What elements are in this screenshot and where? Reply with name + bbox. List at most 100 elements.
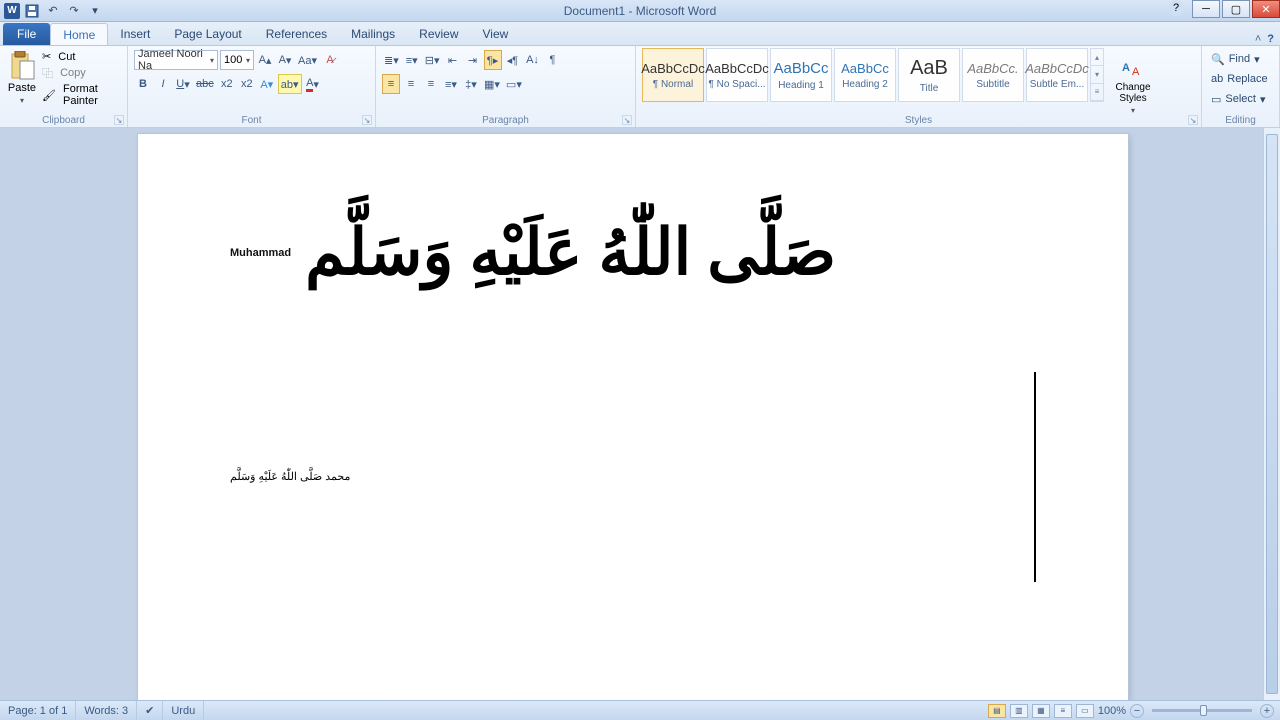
- line1-arabic: صَلَّى اللّٰهُ عَلَيْهِ وَسَلَّم: [305, 224, 836, 282]
- format-painter-button[interactable]: 🖌 Format Painter: [42, 83, 121, 107]
- shrink-font-button[interactable]: A▾: [276, 50, 294, 70]
- group-label: Clipboard: [0, 115, 127, 126]
- style-heading1[interactable]: AaBbCcHeading 1: [770, 48, 832, 102]
- title-bar: W ↶ ↷ ▾ Document1 - Microsoft Word ? ─ ▢…: [0, 0, 1280, 22]
- justify-button[interactable]: ≡▾: [442, 74, 460, 94]
- vertical-scrollbar[interactable]: [1263, 128, 1280, 700]
- zoom-slider[interactable]: [1152, 709, 1252, 712]
- paste-icon: [8, 52, 36, 80]
- document-line-2: محمد صَلَّى اللّٰهُ عَلَيْهِ وَسَلَّم: [230, 372, 1036, 582]
- redo-icon[interactable]: ↷: [65, 2, 83, 20]
- align-right-button[interactable]: ≡: [422, 74, 440, 94]
- replace-button[interactable]: abReplace: [1208, 70, 1273, 88]
- ltr-direction-button[interactable]: ¶▸: [484, 50, 502, 70]
- view-web-layout[interactable]: ▦: [1032, 704, 1050, 718]
- increase-indent-button[interactable]: ⇥: [464, 50, 482, 70]
- tab-references[interactable]: References: [254, 23, 339, 45]
- tab-mailings[interactable]: Mailings: [339, 23, 407, 45]
- styles-dialog-launcher[interactable]: ↘: [1188, 115, 1198, 125]
- style-normal[interactable]: AaBbCcDc¶ Normal: [642, 48, 704, 102]
- maximize-button[interactable]: ▢: [1222, 0, 1250, 18]
- text-effects-button[interactable]: A▾: [258, 74, 276, 94]
- tab-review[interactable]: Review: [407, 23, 470, 45]
- subscript-button[interactable]: x2: [218, 74, 236, 94]
- zoom-in-button[interactable]: +: [1260, 704, 1274, 718]
- view-full-screen[interactable]: ▥: [1010, 704, 1028, 718]
- italic-button[interactable]: I: [154, 74, 172, 94]
- paragraph-dialog-launcher[interactable]: ↘: [622, 115, 632, 125]
- borders-button[interactable]: ▭▾: [504, 74, 524, 94]
- bullets-button[interactable]: ≣▾: [382, 50, 401, 70]
- decrease-indent-button[interactable]: ⇤: [444, 50, 462, 70]
- replace-icon: ab: [1211, 73, 1223, 85]
- multilevel-list-button[interactable]: ⊟▾: [423, 50, 442, 70]
- shading-button[interactable]: ▦▾: [482, 74, 502, 94]
- styles-gallery-scroll[interactable]: ▴▾≡: [1090, 48, 1104, 102]
- find-icon: 🔍: [1211, 53, 1225, 66]
- find-button[interactable]: 🔍Find▾: [1208, 50, 1273, 68]
- word-app-icon[interactable]: W: [4, 3, 20, 19]
- view-draft[interactable]: ▭: [1076, 704, 1094, 718]
- group-paragraph: ≣▾ ≡▾ ⊟▾ ⇤ ⇥ ¶▸ ◂¶ A↓ ¶ ≡ ≡ ≡ ≡▾ ‡▾ ▦▾ ▭…: [376, 46, 636, 127]
- style-title[interactable]: AaBTitle: [898, 48, 960, 102]
- numbering-button[interactable]: ≡▾: [403, 50, 421, 70]
- align-left-button[interactable]: ≡: [382, 74, 400, 94]
- document-page[interactable]: Muhammad صَلَّى اللّٰهُ عَلَيْهِ وَسَلَّ…: [138, 134, 1128, 700]
- quick-access-toolbar: W ↶ ↷ ▾: [4, 2, 104, 20]
- font-dialog-launcher[interactable]: ↘: [362, 115, 372, 125]
- minimize-button[interactable]: ─: [1192, 0, 1220, 18]
- view-outline[interactable]: ≡: [1054, 704, 1072, 718]
- style-no-spacing[interactable]: AaBbCcDc¶ No Spaci...: [706, 48, 768, 102]
- zoom-out-button[interactable]: −: [1130, 704, 1144, 718]
- strikethrough-button[interactable]: abc: [194, 74, 216, 94]
- font-color-button[interactable]: A▾: [304, 74, 322, 94]
- show-marks-button[interactable]: ¶: [544, 50, 562, 70]
- tab-home[interactable]: Home: [50, 23, 108, 45]
- grow-font-button[interactable]: A▴: [256, 50, 274, 70]
- cut-button[interactable]: ✂ Cut: [42, 50, 121, 63]
- rtl-direction-button[interactable]: ◂¶: [504, 50, 522, 70]
- superscript-button[interactable]: x2: [238, 74, 256, 94]
- style-subtle-em[interactable]: AaBbCcDcSubtle Em...: [1026, 48, 1088, 102]
- font-size-select[interactable]: 100▾: [220, 50, 254, 70]
- tab-page-layout[interactable]: Page Layout: [162, 23, 253, 45]
- tab-insert[interactable]: Insert: [108, 23, 162, 45]
- style-heading2[interactable]: AaBbCcHeading 2: [834, 48, 896, 102]
- change-case-button[interactable]: Aa▾: [296, 50, 319, 70]
- highlight-button[interactable]: ab▾: [278, 74, 302, 94]
- zoom-level[interactable]: 100%: [1098, 705, 1126, 717]
- select-icon: ▭: [1211, 93, 1221, 106]
- view-print-layout[interactable]: ▤: [988, 704, 1006, 718]
- tab-view[interactable]: View: [471, 23, 521, 45]
- status-language[interactable]: Urdu: [163, 701, 204, 720]
- minimize-ribbon-icon[interactable]: ˄: [1255, 33, 1261, 45]
- status-words[interactable]: Words: 3: [76, 701, 137, 720]
- qat-customize-icon[interactable]: ▾: [86, 2, 104, 20]
- window-title: Document1 - Microsoft Word: [564, 4, 717, 18]
- align-center-button[interactable]: ≡: [402, 74, 420, 94]
- close-button[interactable]: ✕: [1252, 0, 1280, 18]
- underline-button[interactable]: U▾: [174, 74, 192, 94]
- cut-icon: ✂: [42, 50, 51, 63]
- svg-text:A: A: [1122, 62, 1130, 74]
- clear-formatting-button[interactable]: A̷: [321, 50, 339, 70]
- undo-icon[interactable]: ↶: [44, 2, 62, 20]
- save-icon[interactable]: [23, 2, 41, 20]
- sort-button[interactable]: A↓: [524, 50, 542, 70]
- style-subtitle[interactable]: AaBbCc.Subtitle: [962, 48, 1024, 102]
- zoom-slider-thumb[interactable]: [1200, 705, 1207, 716]
- bold-button[interactable]: B: [134, 74, 152, 94]
- line-spacing-button[interactable]: ‡▾: [462, 74, 480, 94]
- status-proofing-icon[interactable]: ✔: [137, 701, 163, 720]
- help-icon[interactable]: ?: [1168, 0, 1184, 16]
- select-button[interactable]: ▭Select▾: [1208, 90, 1273, 108]
- help-ribbon-icon[interactable]: ?: [1267, 33, 1274, 45]
- copy-button[interactable]: ⿻ Copy: [42, 65, 121, 81]
- clipboard-dialog-launcher[interactable]: ↘: [114, 115, 124, 125]
- status-bar: Page: 1 of 1 Words: 3 ✔ Urdu ▤ ▥ ▦ ≡ ▭ 1…: [0, 700, 1280, 720]
- status-page[interactable]: Page: 1 of 1: [0, 701, 76, 720]
- group-editing: 🔍Find▾ abReplace ▭Select▾ Editing: [1202, 46, 1280, 127]
- scrollbar-thumb[interactable]: [1266, 134, 1278, 694]
- font-name-select[interactable]: Jameel Noori Na▾: [134, 50, 218, 70]
- tab-file[interactable]: File: [3, 23, 50, 45]
